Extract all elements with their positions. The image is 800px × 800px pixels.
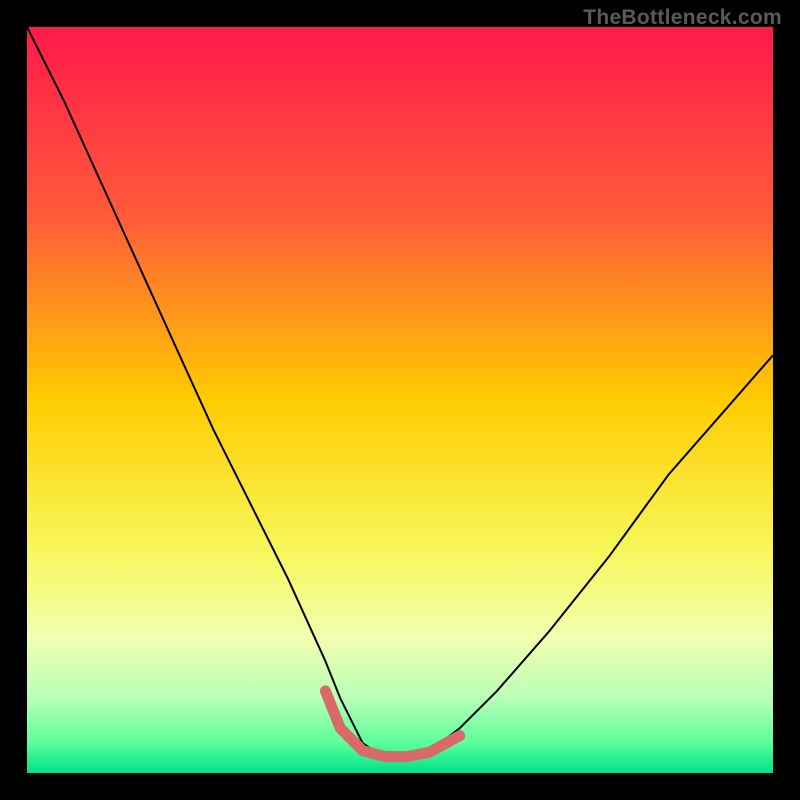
chart-svg (0, 0, 800, 800)
plot-background (27, 27, 773, 773)
watermark-text: TheBottleneck.com (583, 6, 782, 30)
bottleneck-chart (0, 0, 800, 800)
